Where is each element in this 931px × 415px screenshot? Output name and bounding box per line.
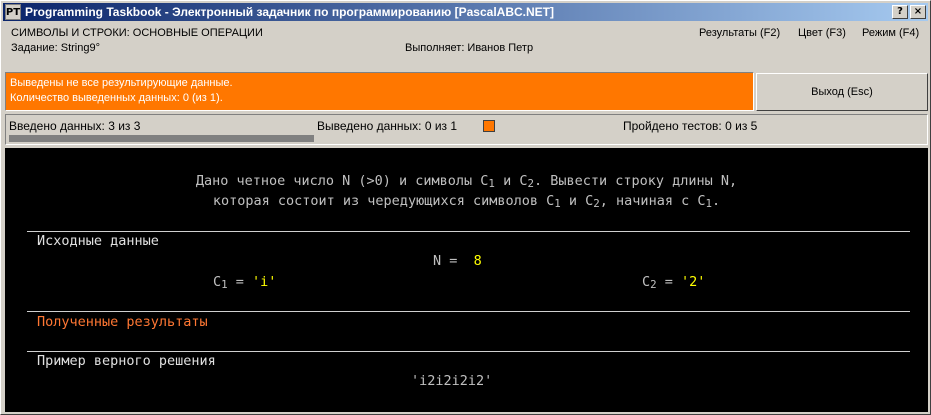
- info-row: Введено данных: 3 из 3 Выведено данных: …: [5, 114, 928, 145]
- c1-value: 'i': [252, 274, 277, 290]
- input-count-value: 3 из 3: [108, 119, 141, 133]
- tests-count-value: 0 из 5: [725, 119, 758, 133]
- input-count: Введено данных: 3 из 3: [9, 119, 141, 133]
- task-description-line-1: Дано четное число N (>0) и символы C1 и …: [195, 173, 738, 190]
- input-progress-bar: [9, 135, 314, 142]
- task-name: Задание: String9°: [11, 42, 100, 54]
- window-title: Programming Taskbook - Электронный задач…: [25, 5, 554, 19]
- separator-input: [27, 231, 910, 232]
- app-icon[interactable]: PT: [5, 4, 21, 20]
- exit-button[interactable]: Выход (Esc): [756, 73, 928, 111]
- task-group-title: СИМВОЛЫ И СТРОКИ: ОСНОВНЫЕ ОПЕРАЦИИ: [11, 27, 263, 39]
- results-header: Полученные результаты: [37, 314, 208, 330]
- output-count-value: 0 из 1: [424, 119, 458, 133]
- status-message: Выведены не все результирующие данные. К…: [5, 72, 754, 111]
- c2-value: '2': [681, 274, 706, 290]
- task-console: Дано четное число N (>0) и символы C1 и …: [5, 148, 928, 412]
- executor-name: Выполняет: Иванов Петр: [405, 42, 534, 54]
- input-progress-fill: [9, 135, 314, 142]
- status-line-1: Выведены не все результирующие данные.: [10, 77, 233, 89]
- example-header: Пример верного решения: [37, 353, 216, 369]
- help-button[interactable]: ?: [892, 5, 908, 19]
- results-menu[interactable]: Результаты (F2): [699, 27, 780, 39]
- task-header: СИМВОЛЫ И СТРОКИ: ОСНОВНЫЕ ОПЕРАЦИИ Зада…: [5, 23, 926, 69]
- close-button[interactable]: ×: [910, 5, 926, 19]
- tests-count: Пройдено тестов: 0 из 5: [623, 119, 758, 133]
- input-data-header: Исходные данные: [37, 233, 159, 249]
- mode-menu[interactable]: Режим (F4): [862, 27, 919, 39]
- output-status-indicator: [483, 120, 495, 132]
- task-description-line-2: которая состоит из чередующихся символов…: [212, 193, 721, 210]
- n-value-line: N = 8: [433, 253, 482, 269]
- c1-value-line: C1 = 'i': [213, 274, 277, 291]
- output-count: Выведено данных: 0 из 1: [317, 119, 458, 133]
- main-window: PT Programming Taskbook - Электронный за…: [0, 0, 931, 415]
- separator-example: [27, 351, 910, 352]
- separator-results: [27, 311, 910, 312]
- color-menu[interactable]: Цвет (F3): [798, 27, 846, 39]
- n-value: 8: [473, 253, 482, 269]
- title-bar[interactable]: PT Programming Taskbook - Электронный за…: [3, 3, 928, 21]
- c2-value-line: C2 = '2': [642, 274, 706, 291]
- status-line-2: Количество выведенных данных: 0 (из 1).: [10, 92, 223, 104]
- example-value: 'i2i2i2i2': [411, 373, 493, 389]
